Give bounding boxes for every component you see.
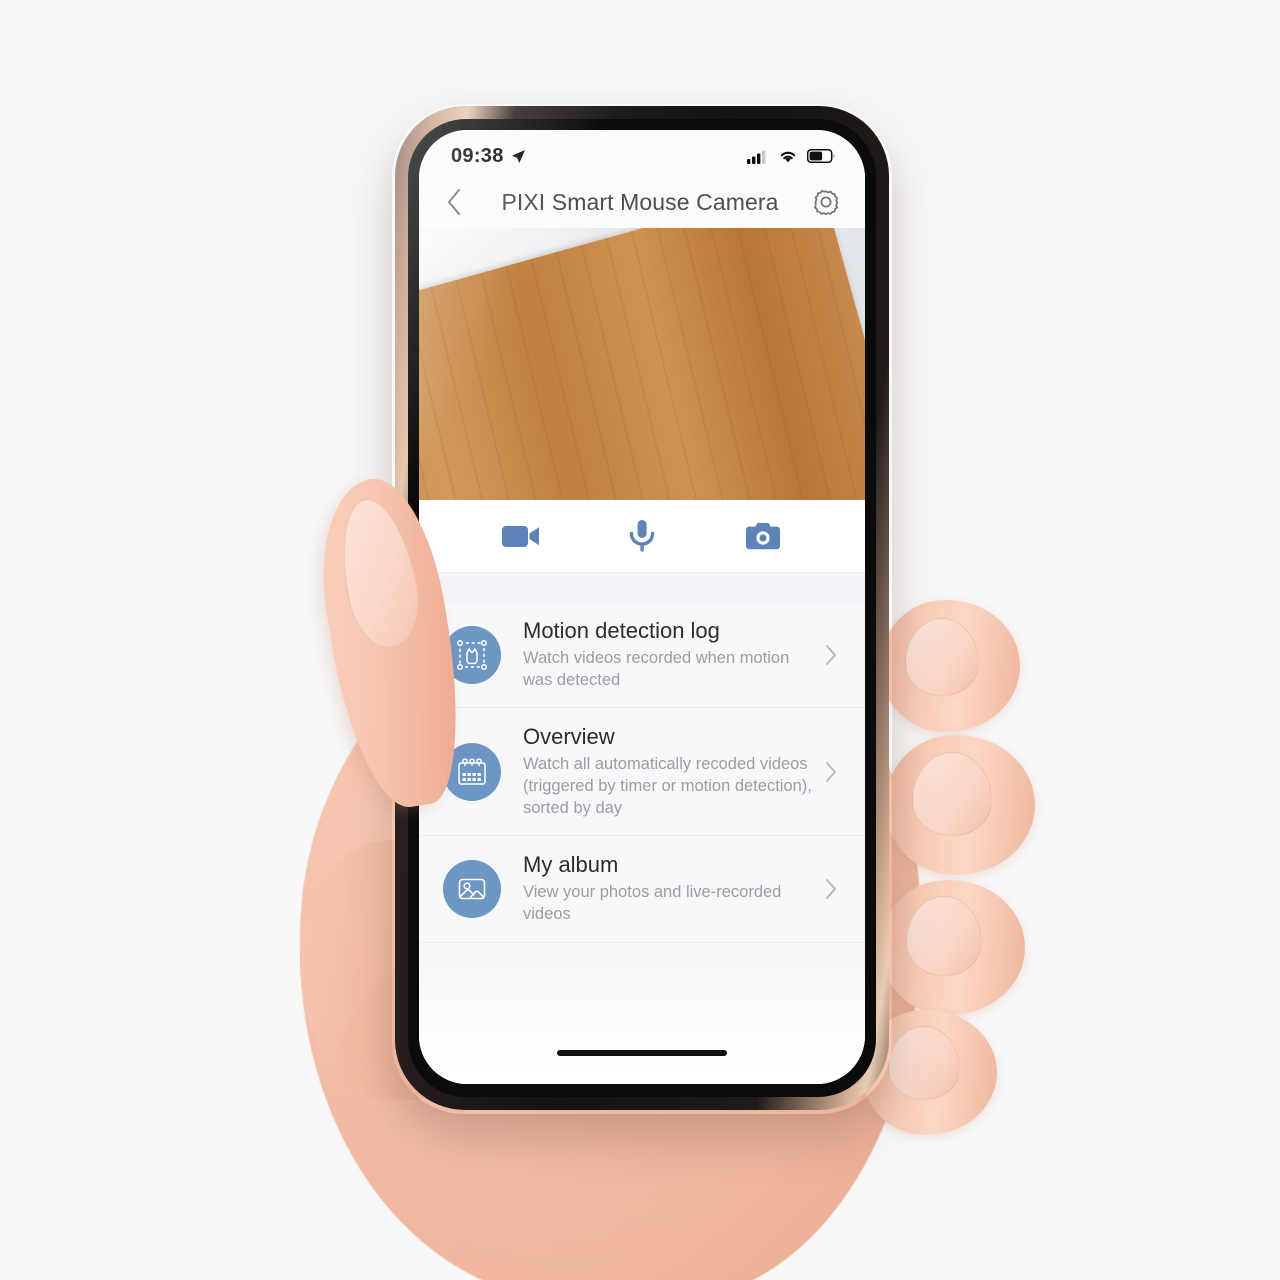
list-item-text: Overview Watch all automatically recoded…	[523, 724, 819, 819]
settings-button[interactable]	[809, 188, 843, 216]
back-button[interactable]	[437, 188, 471, 216]
motion-detection-glyph	[456, 639, 488, 670]
list-item-text: My album View your photos and live-recor…	[523, 852, 819, 925]
chevron-left-icon	[448, 189, 460, 215]
calendar-glyph	[458, 758, 486, 785]
phone-frame: 09:38 PIXI Smart Mouse Camera Motion det…	[395, 106, 889, 1110]
record-video-button[interactable]	[489, 512, 553, 560]
calendar-icon	[443, 742, 501, 801]
microphone-icon	[629, 520, 655, 552]
hand-fingernail	[905, 618, 979, 696]
cellular-signal-icon	[747, 150, 766, 164]
hand-finger-index	[880, 600, 1020, 732]
list-item-title: Motion detection log	[523, 618, 720, 643]
chevron-right-icon	[819, 878, 843, 900]
status-bar-right	[747, 149, 835, 164]
list-item-title: Overview	[523, 724, 615, 750]
photo-album-icon	[443, 860, 501, 919]
camera-feed[interactable]	[419, 228, 865, 500]
hand-fingernail	[888, 1026, 960, 1100]
talk-microphone-button[interactable]	[610, 512, 674, 560]
scene: 09:38 PIXI Smart Mouse Camera Motion det…	[0, 0, 1280, 1280]
list-item-subtitle: Watch videos recorded when motion was de…	[523, 648, 790, 689]
phone-bezel: 09:38 PIXI Smart Mouse Camera Motion det…	[408, 119, 876, 1097]
list-item-overview[interactable]: Overview Watch all automatically recoded…	[419, 708, 865, 837]
photo-camera-icon	[745, 523, 780, 550]
bottom-area	[419, 964, 865, 1084]
home-indicator[interactable]	[557, 1050, 727, 1056]
gear-icon	[814, 189, 839, 216]
battery-icon	[807, 149, 835, 163]
feature-list: Motion detection log Watch videos record…	[419, 602, 865, 964]
status-bar-left: 09:38	[451, 145, 526, 168]
section-gap	[419, 572, 865, 602]
list-item-text: Motion detection log Watch videos record…	[523, 618, 819, 691]
chevron-right-icon	[819, 761, 843, 783]
phone-screen: 09:38 PIXI Smart Mouse Camera Motion det…	[419, 130, 865, 1084]
wifi-icon	[780, 151, 796, 162]
list-item-title: My album	[523, 852, 619, 878]
list-item-motion-detection-log[interactable]: Motion detection log Watch videos record…	[419, 602, 865, 709]
chevron-right-icon	[819, 644, 843, 666]
hand-finger-middle	[885, 735, 1035, 875]
take-photo-button[interactable]	[731, 512, 795, 560]
video-camera-icon	[502, 526, 540, 547]
hand-finger-ring	[880, 880, 1025, 1015]
location-arrow-icon	[511, 149, 525, 163]
status-bar: 09:38	[419, 130, 865, 176]
hand-fingernail	[906, 896, 982, 976]
hand-fingernail	[912, 752, 992, 836]
nav-bar: PIXI Smart Mouse Camera	[419, 176, 865, 228]
list-item-my-album[interactable]: My album View your photos and live-recor…	[419, 836, 865, 943]
motion-detection-icon	[443, 625, 501, 684]
action-bar	[419, 500, 865, 572]
list-item-subtitle: Watch all automatically recoded videos (…	[523, 755, 812, 817]
list-item-subtitle: View your photos and live-recorded video…	[523, 883, 782, 924]
photo-album-glyph	[458, 878, 486, 900]
page-title: PIXI Smart Mouse Camera	[501, 188, 779, 215]
status-time: 09:38	[451, 144, 504, 167]
